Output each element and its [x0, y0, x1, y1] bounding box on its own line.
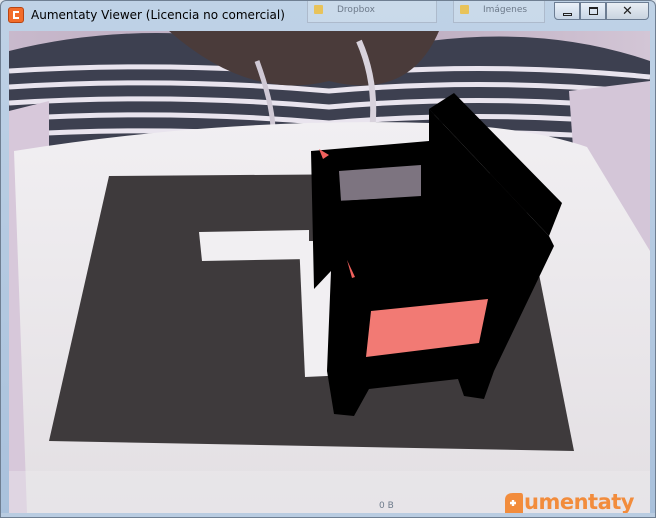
- aumentaty-app-icon[interactable]: [8, 7, 24, 23]
- background-tab-dropbox: Dropbox: [307, 1, 437, 23]
- minimize-icon: [562, 12, 572, 16]
- background-tab-imagenes: Imágenes: [453, 1, 545, 23]
- camera-viewport[interactable]: umentaty 0 B: [9, 31, 650, 513]
- aumentaty-logo-text: umentaty: [524, 490, 634, 513]
- aumentaty-logo: umentaty: [502, 489, 634, 513]
- minimize-button[interactable]: [554, 2, 580, 20]
- window-title: Aumentaty Viewer (Licencia no comercial): [31, 8, 285, 22]
- window-controls: ✕: [554, 2, 649, 21]
- taskbar-ghost-text: 0 B: [379, 501, 394, 511]
- maximize-icon: [588, 7, 598, 15]
- aumentaty-logo-icon: [505, 493, 523, 513]
- app-window: Aumentaty Viewer (Licencia no comercial)…: [0, 0, 656, 518]
- background-tab-label: Dropbox: [337, 5, 375, 15]
- close-icon: ✕: [622, 3, 633, 19]
- title-bar[interactable]: Aumentaty Viewer (Licencia no comercial)…: [1, 1, 655, 31]
- folder-icon: [460, 5, 469, 14]
- marker-pattern-bar: [199, 230, 309, 261]
- maximize-button[interactable]: [580, 2, 606, 20]
- ar-scene: [9, 31, 650, 513]
- folder-icon: [314, 5, 323, 14]
- close-button[interactable]: ✕: [606, 2, 649, 20]
- window-bottom-frame: [1, 513, 655, 517]
- background-tab-label: Imágenes: [483, 5, 528, 15]
